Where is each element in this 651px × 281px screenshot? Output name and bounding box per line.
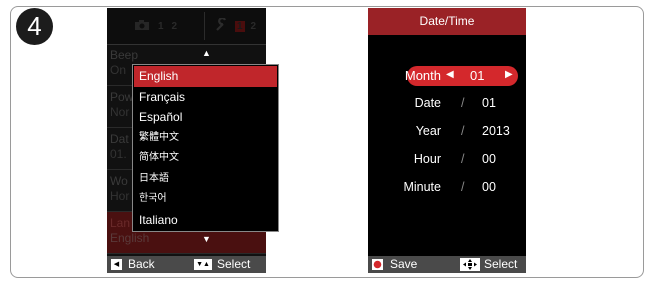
menu-item-value: English [110, 231, 150, 245]
field-label: Hour [413, 152, 441, 166]
date-field-hour[interactable]: Hour / 00 [368, 150, 526, 170]
language-option[interactable]: 한국어 [134, 189, 277, 210]
settings-tab-page-1: 1 [234, 20, 245, 32]
back-label[interactable]: Back [128, 257, 155, 271]
left-bottom-bar: ◀ Back ▼▲ Select [107, 256, 266, 273]
right-bottom-bar: Save Select [368, 256, 526, 273]
field-separator: / [461, 96, 465, 110]
menu-tab-bar: 1 2 1 2 [107, 8, 266, 45]
field-value: 00 [482, 152, 496, 166]
language-option[interactable]: Español [134, 107, 277, 128]
menu-item-label: Beep [110, 48, 139, 62]
tab-camera[interactable]: 1 2 [107, 8, 204, 44]
language-option[interactable]: 简体中文 [134, 148, 277, 169]
language-option[interactable]: 日本語 [134, 169, 277, 190]
field-label: Minute [403, 180, 441, 194]
date-time-screen: Date/Time Month ◀ 01 ▶ Date / 01 Year / … [368, 8, 526, 273]
four-way-key-icon [460, 258, 480, 271]
date-time-title: Date/Time [368, 8, 526, 35]
instruction-frame [10, 6, 644, 278]
field-separator: / [461, 180, 465, 194]
camera-tab-page-2: 2 [171, 20, 178, 32]
language-option[interactable]: English [134, 66, 277, 87]
select-label[interactable]: Select [217, 257, 250, 271]
date-field-month[interactable]: Month ◀ 01 ▶ [368, 66, 526, 86]
scroll-up-icon: ▲ [202, 48, 211, 58]
language-option[interactable]: Français [134, 87, 277, 108]
up-down-key-icon: ▼▲ [194, 259, 212, 270]
settings-tab-page-2: 2 [250, 20, 257, 32]
date-field-year[interactable]: Year / 2013 [368, 122, 526, 142]
increase-arrow-icon[interactable]: ▶ [505, 69, 513, 80]
field-separator: / [461, 124, 465, 138]
save-label[interactable]: Save [390, 257, 417, 271]
field-label: Month [404, 68, 441, 83]
record-button-icon [372, 259, 383, 270]
field-value: 00 [482, 180, 496, 194]
step-number-badge: 4 [16, 8, 53, 45]
field-value: 01 [482, 96, 496, 110]
field-label: Year [415, 124, 441, 138]
camera-tab-page-1: 1 [157, 20, 164, 32]
date-field-minute[interactable]: Minute / 00 [368, 178, 526, 198]
left-arrow-key-icon: ◀ [111, 259, 122, 270]
language-dropdown[interactable]: English Français Español 繁體中文 简体中文 日本語 한… [132, 64, 279, 232]
select-label[interactable]: Select [484, 257, 517, 271]
tab-settings[interactable]: 1 2 [205, 8, 266, 44]
scroll-down-icon: ▼ [202, 234, 211, 244]
language-option[interactable]: 繁體中文 [134, 128, 277, 149]
language-option[interactable]: Italiano [134, 210, 277, 231]
date-field-date[interactable]: Date / 01 [368, 94, 526, 114]
camera-icon [134, 19, 150, 34]
field-value: 2013 [482, 124, 510, 138]
field-separator: / [461, 152, 465, 166]
field-value: 01 [470, 68, 485, 83]
wrench-icon [215, 16, 229, 35]
field-label: Date [414, 96, 441, 110]
decrease-arrow-icon[interactable]: ◀ [446, 69, 454, 80]
